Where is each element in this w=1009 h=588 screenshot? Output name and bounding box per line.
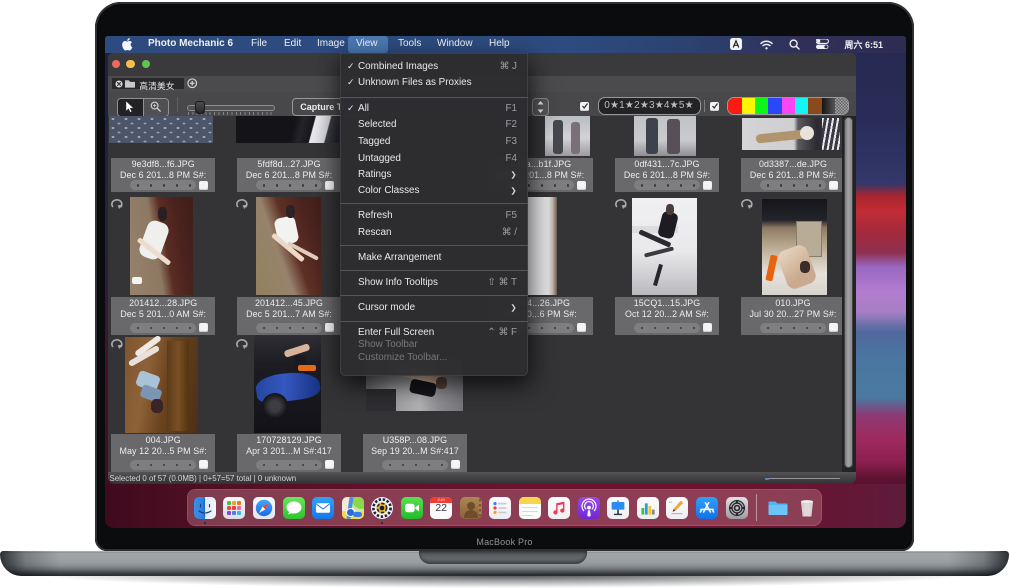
svg-text:“: “ (669, 500, 672, 508)
